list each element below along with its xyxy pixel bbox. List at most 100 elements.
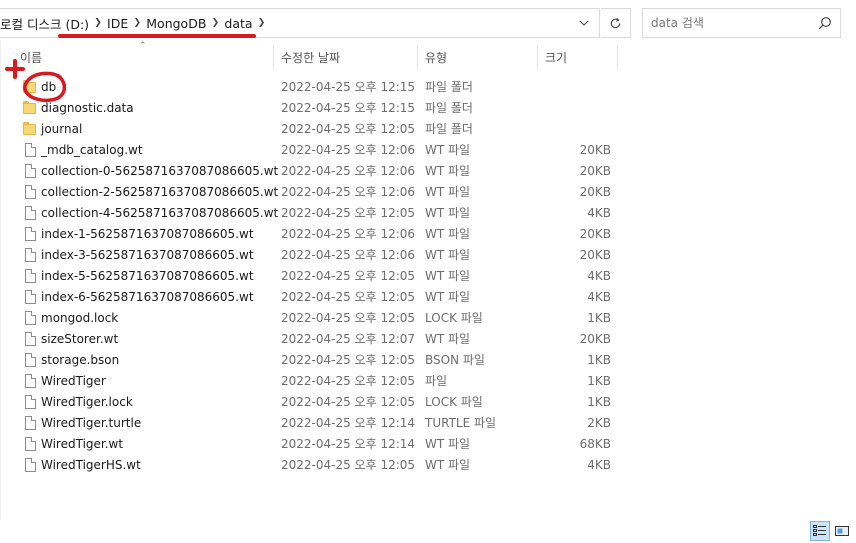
search-input[interactable] [643,9,811,37]
file-name: sizeStorer.wt [41,332,119,346]
file-type: WT 파일 [425,143,471,157]
file-icon [25,458,36,472]
file-row[interactable]: collection-2-5625871637087086605.wt 2022-… [0,182,640,203]
file-row[interactable]: collection-4-5625871637087086605.wt 2022-… [0,203,640,224]
breadcrumb-drive[interactable]: 로컬 디스크 (D:) [0,14,93,33]
file-size [540,98,611,119]
file-date: 2022-04-25 오후 12:15 [281,80,416,94]
file-row[interactable]: WiredTigerHS.wt 2022-04-25 오후 12:05 WT 파일 4… [0,455,640,476]
chevron-right-icon[interactable]: ❯ [93,18,103,28]
search-box[interactable] [642,8,841,38]
file-size [540,77,611,98]
file-row[interactable]: sizeStorer.wt 2022-04-25 오후 12:07 WT 파일 20K… [0,329,640,350]
file-row[interactable]: WiredTiger 2022-04-25 오후 12:05 파일 1KB [0,371,640,392]
file-size: 20KB [579,143,611,157]
file-date: 2022-04-25 오후 12:06 [281,143,416,157]
file-type: WT 파일 [425,437,471,451]
address-history-dropdown[interactable] [571,8,597,38]
file-row[interactable]: journal 2022-04-25 오후 12:05 파일 폴더 [0,119,640,140]
file-size: 20KB [579,227,611,241]
column-header-type[interactable]: 유형 [418,45,538,70]
column-header-date-label: 수정한 날짜 [281,51,341,65]
file-icon [25,395,36,409]
file-date: 2022-04-25 오후 12:06 [281,227,416,241]
column-header-type-label: 유형 [425,51,448,65]
file-name: index-1-5625871637087086605.wt [41,227,254,241]
file-name: _mdb_catalog.wt [41,143,143,157]
file-size: 1KB [587,395,611,409]
details-view-icon [813,525,826,536]
file-icon [25,206,36,220]
file-icon [25,311,36,325]
file-row[interactable]: mongod.lock 2022-04-25 오후 12:05 LOCK 파일 1KB [0,308,640,329]
file-icon [25,185,36,199]
file-size: 20KB [579,185,611,199]
file-row[interactable]: diagnostic.data 2022-04-25 오후 12:15 파일 폴더 [0,98,640,119]
file-size: 4KB [587,269,611,283]
search-icon[interactable] [818,16,832,30]
file-date: 2022-04-25 오후 12:05 [281,290,416,304]
file-name: collection-4-5625871637087086605.wt [41,206,279,220]
file-row[interactable]: index-1-5625871637087086605.wt 2022-04-25… [0,224,640,245]
large-icons-view-button[interactable] [832,521,852,541]
chevron-right-icon[interactable]: ❯ [257,18,267,28]
annotation-circle [23,71,67,103]
refresh-icon [610,17,621,28]
file-row[interactable]: index-6-5625871637087086605.wt 2022-04-25… [0,287,640,308]
file-row[interactable]: index-5-5625871637087086605.wt 2022-04-25… [0,266,640,287]
file-type: WT 파일 [425,332,471,346]
chevron-right-icon[interactable]: ❯ [132,18,142,28]
file-icon [25,290,36,304]
column-header-size[interactable]: 크기 [538,45,618,70]
file-date: 2022-04-25 오후 12:05 [281,353,416,367]
file-type: WT 파일 [425,458,471,472]
file-row[interactable]: _mdb_catalog.wt 2022-04-25 오후 12:06 WT 파일 2… [0,140,640,161]
file-size [540,119,611,140]
file-name: mongod.lock [41,311,119,325]
file-row[interactable]: WiredTiger.lock 2022-04-25 오후 12:05 LOCK 파… [0,392,640,413]
file-type: WT 파일 [425,164,471,178]
refresh-button[interactable] [601,8,631,38]
file-row[interactable]: index-3-5625871637087086605.wt 2022-04-25… [0,245,640,266]
column-header-date[interactable]: 수정한 날짜 [274,45,418,70]
file-date: 2022-04-25 오후 12:06 [281,248,416,262]
file-icon [25,143,36,157]
file-type: LOCK 파일 [425,395,483,409]
file-icon [25,374,36,388]
file-type: 파일 [425,374,448,388]
file-row[interactable]: storage.bson 2022-04-25 오후 12:05 BSON 파일 1K… [0,350,640,371]
file-date: 2022-04-25 오후 12:14 [281,437,416,451]
file-icon [25,269,36,283]
file-row[interactable]: WiredTiger.wt 2022-04-25 오후 12:14 WT 파일 68K… [0,434,640,455]
file-date: 2022-04-25 오후 12:05 [281,374,416,388]
large-icons-view-icon [835,526,849,536]
file-icon [25,416,36,430]
file-name: WiredTiger.wt [41,437,124,451]
file-date: 2022-04-25 오후 12:05 [281,311,416,325]
breadcrumb-ide[interactable]: IDE [103,16,132,31]
file-row[interactable]: WiredTiger.turtle 2022-04-25 오후 12:14 TURT… [0,413,640,434]
column-header-name[interactable]: 이름 [0,45,274,70]
file-date: 2022-04-25 오후 12:05 [281,269,416,283]
file-icon [25,437,36,451]
file-name: WiredTiger.lock [41,395,133,409]
file-type: TURTLE 파일 [425,416,497,430]
file-date: 2022-04-25 오후 12:05 [281,122,416,136]
file-date: 2022-04-25 오후 12:15 [281,101,416,115]
file-type: WT 파일 [425,248,471,262]
file-size: 20KB [579,248,611,262]
details-view-button[interactable] [810,521,830,541]
file-size: 68KB [579,437,611,451]
file-row[interactable]: collection-0-5625871637087086605.wt 2022-… [0,161,640,182]
breadcrumb-data[interactable]: data [220,16,256,31]
file-icon [25,332,36,346]
file-date: 2022-04-25 오후 12:05 [281,458,416,472]
breadcrumb-mongodb[interactable]: MongoDB [142,16,210,31]
file-type: WT 파일 [425,290,471,304]
file-name: collection-0-5625871637087086605.wt [41,164,279,178]
file-name: collection-2-5625871637087086605.wt [41,185,279,199]
file-date: 2022-04-25 오후 12:14 [281,416,416,430]
chevron-right-icon[interactable]: ❯ [210,18,220,28]
file-size: 1KB [587,311,611,325]
file-row[interactable]: db 2022-04-25 오후 12:15 파일 폴더 [0,77,640,98]
